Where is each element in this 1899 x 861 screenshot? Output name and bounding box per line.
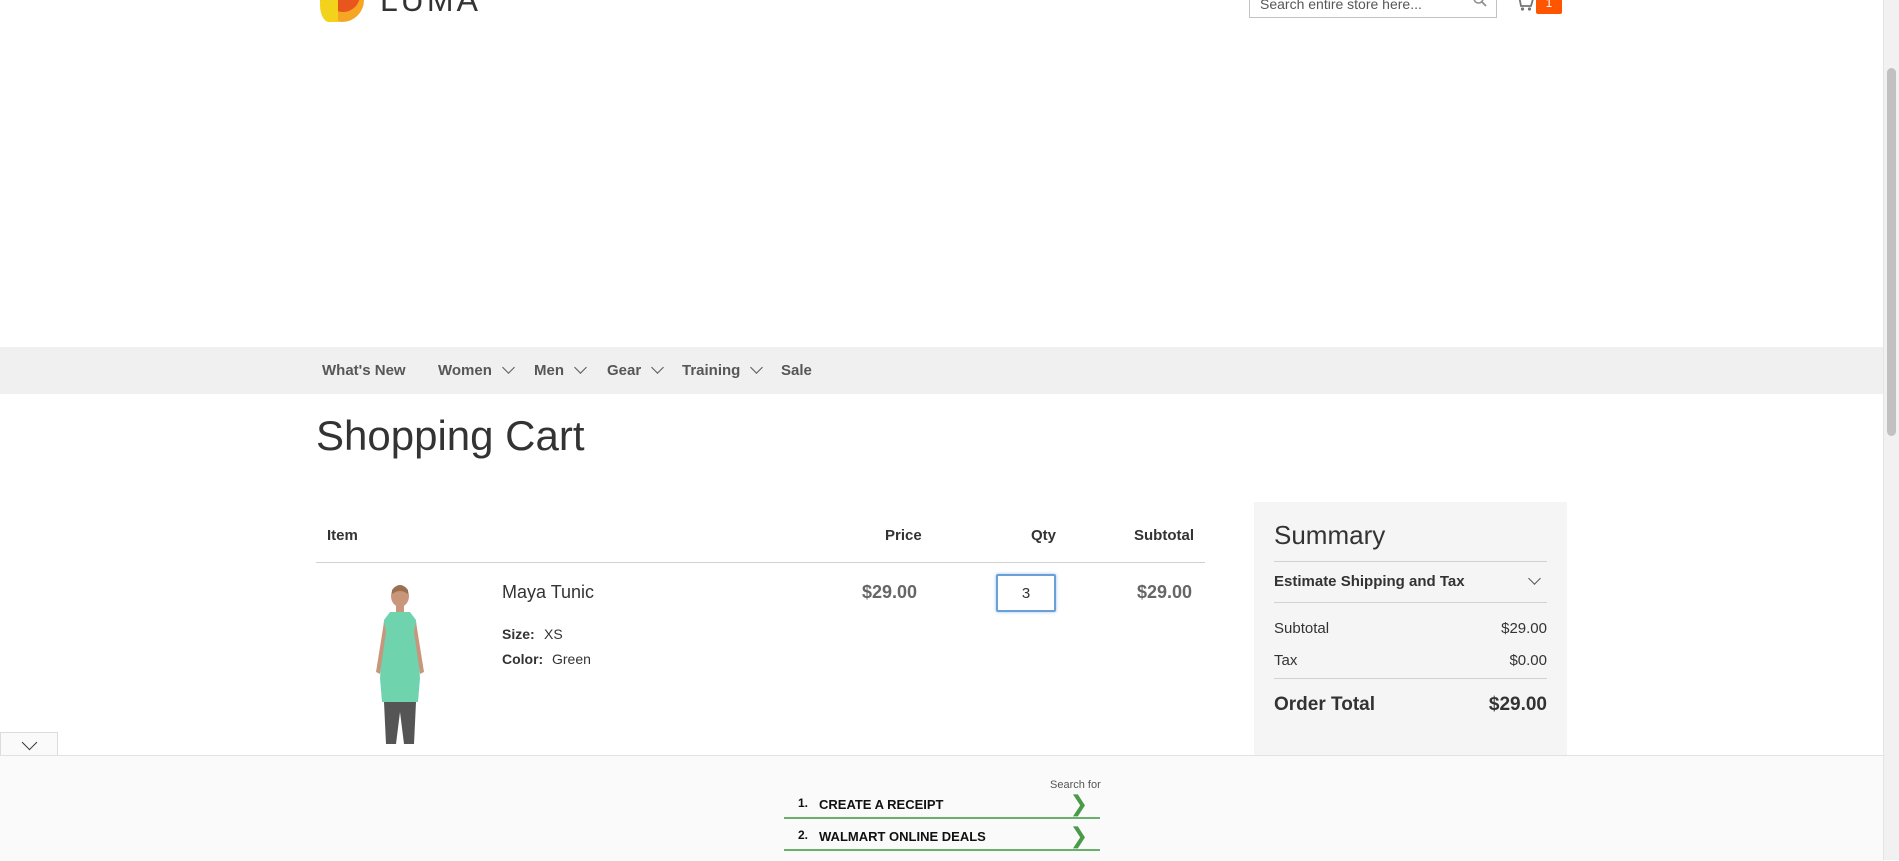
column-header-subtotal: Subtotal <box>1134 527 1194 544</box>
column-header-qty: Qty <box>1031 527 1057 544</box>
summary-subtotal-value: $29.00 <box>1501 620 1547 637</box>
option-label-color: Color: <box>502 651 544 667</box>
ad-banner: Search for 1. CREATE A RECEIPT ❯ 2. WALM… <box>0 755 1884 861</box>
summary-subtotal-label: Subtotal <box>1274 620 1330 637</box>
ad-collapse-button[interactable] <box>0 732 58 756</box>
ad-result-link[interactable]: 2. WALMART ONLINE DEALS ❯ <box>784 822 1100 851</box>
chevron-down-icon <box>574 361 587 374</box>
order-summary: Summary Estimate Shipping and Tax Subtot… <box>1254 502 1567 757</box>
qty-input[interactable] <box>996 574 1056 612</box>
chevron-right-icon: ❯ <box>1069 823 1088 848</box>
cart-count-badge[interactable]: 1 <box>1536 0 1562 14</box>
estimate-shipping-toggle[interactable]: Estimate Shipping and Tax <box>1274 561 1547 603</box>
nav-item-training[interactable]: Training <box>682 347 764 394</box>
chevron-down-icon <box>750 361 764 374</box>
option-value-size: XS <box>544 626 563 642</box>
ad-result-number: 1. <box>798 796 809 810</box>
main-navigation: What's New Women Men Gear Training Sale <box>0 347 1884 394</box>
ad-result-link[interactable]: 1. CREATE A RECEIPT ❯ <box>784 790 1100 819</box>
nav-item-women[interactable]: Women <box>438 347 515 394</box>
luma-logo[interactable]: LUMA <box>320 0 481 22</box>
search-input[interactable] <box>1250 0 1470 17</box>
scrollbar-thumb[interactable] <box>1887 68 1896 436</box>
summary-tax-label: Tax <box>1274 652 1298 669</box>
cart-icon[interactable] <box>1515 0 1535 12</box>
column-header-item: Item <box>327 527 358 544</box>
ad-result-text: CREATE A RECEIPT <box>819 797 944 812</box>
luma-logo-icon <box>320 0 364 22</box>
summary-divider <box>1274 678 1547 679</box>
chevron-right-icon: ❯ <box>1069 791 1088 816</box>
summary-tax-value: $0.00 <box>1509 652 1547 669</box>
summary-title: Summary <box>1274 520 1386 550</box>
nav-item-men[interactable]: Men <box>534 347 587 394</box>
chevron-down-icon <box>1528 572 1541 585</box>
search-icon[interactable] <box>1472 0 1488 8</box>
item-price: $29.00 <box>862 582 918 602</box>
ad-result-text: WALMART ONLINE DEALS <box>819 829 986 844</box>
nav-item-whats-new[interactable]: What's New <box>322 347 406 394</box>
search-box <box>1249 0 1497 18</box>
product-image[interactable] <box>350 582 450 750</box>
option-label-size: Size: <box>502 626 535 642</box>
column-header-price: Price <box>885 527 922 544</box>
nav-item-gear[interactable]: Gear <box>607 347 665 394</box>
chevron-down-icon <box>502 361 515 374</box>
estimate-shipping-label: Estimate Shipping and Tax <box>1274 573 1465 590</box>
order-total-value: $29.00 <box>1488 694 1547 715</box>
chevron-down-icon <box>21 734 38 751</box>
page-title: Shopping Cart <box>316 412 585 459</box>
product-name-link[interactable]: Maya Tunic <box>502 582 594 603</box>
option-value-color: Green <box>552 651 591 667</box>
page-scrollbar[interactable] <box>1883 0 1899 860</box>
ad-result-number: 2. <box>798 828 809 842</box>
nav-item-sale[interactable]: Sale <box>781 347 812 394</box>
item-subtotal: $29.00 <box>1137 582 1193 602</box>
table-divider <box>316 562 1205 563</box>
order-total-label: Order Total <box>1274 694 1375 715</box>
chevron-down-icon <box>651 361 665 374</box>
logo-text: LUMA <box>380 0 481 19</box>
